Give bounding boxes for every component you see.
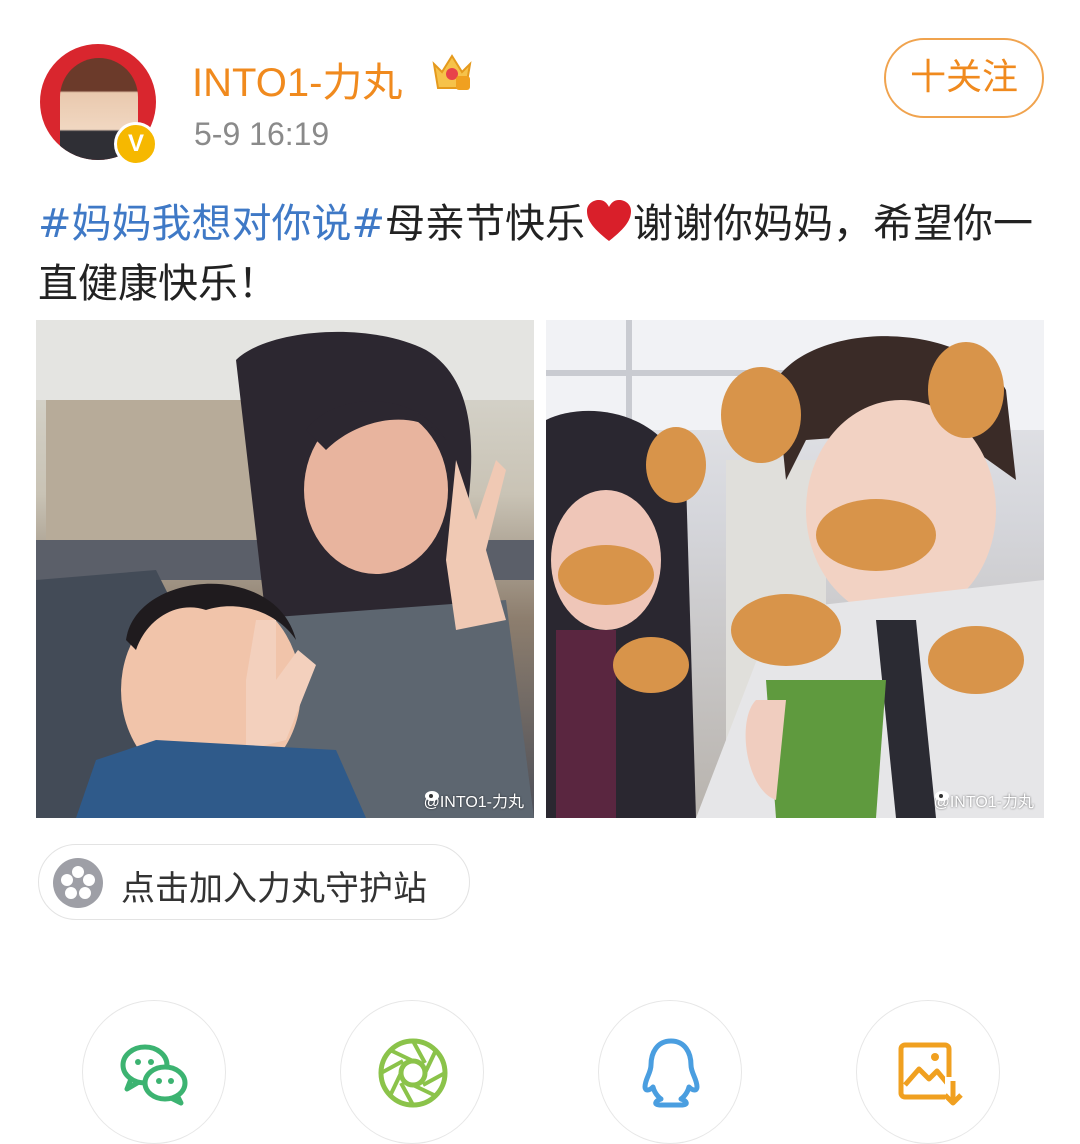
save-image-icon	[898, 1042, 963, 1107]
share-qq-button[interactable]	[598, 1000, 742, 1144]
supertopic-join-chip[interactable]: 点击加入力丸守护站	[38, 844, 470, 920]
share-wechat-button[interactable]	[82, 1000, 226, 1144]
wechat-icon	[120, 1044, 188, 1106]
photo-watermark: @INTO1-力丸	[934, 788, 1034, 812]
crown-vip-icon	[432, 54, 472, 90]
moments-icon	[378, 1038, 448, 1108]
photo-watermark: @INTO1-力丸	[424, 788, 524, 812]
share-moments-button[interactable]	[340, 1000, 484, 1144]
hashtag-link[interactable]: #妈妈我想对你说#	[38, 201, 385, 247]
qq-icon	[642, 1038, 700, 1108]
post-timestamp: 5-9 16:19	[194, 116, 330, 152]
save-image-button[interactable]	[856, 1000, 1000, 1144]
post-photo-2[interactable]: @INTO1-力丸	[546, 320, 1044, 818]
photo-2-illustration	[546, 320, 1044, 818]
photo-1-illustration	[36, 320, 534, 818]
username[interactable]: INTO1-力丸	[192, 50, 402, 108]
heart-emoji-icon	[587, 200, 632, 241]
follow-button[interactable]: 十关注	[884, 38, 1044, 118]
weibo-logo-icon	[934, 791, 949, 801]
weibo-logo-icon	[424, 791, 439, 801]
verified-badge-icon: V	[114, 122, 158, 166]
supertopic-label: 点击加入力丸守护站	[121, 869, 427, 909]
post-photo-1[interactable]: @INTO1-力丸	[36, 320, 534, 818]
post-text: #妈妈我想对你说#母亲节快乐 谢谢你妈妈，希望你一直健康快乐！	[38, 194, 1048, 314]
post-text-part-1: 母亲节快乐	[385, 201, 586, 247]
supertopic-icon	[53, 858, 103, 908]
